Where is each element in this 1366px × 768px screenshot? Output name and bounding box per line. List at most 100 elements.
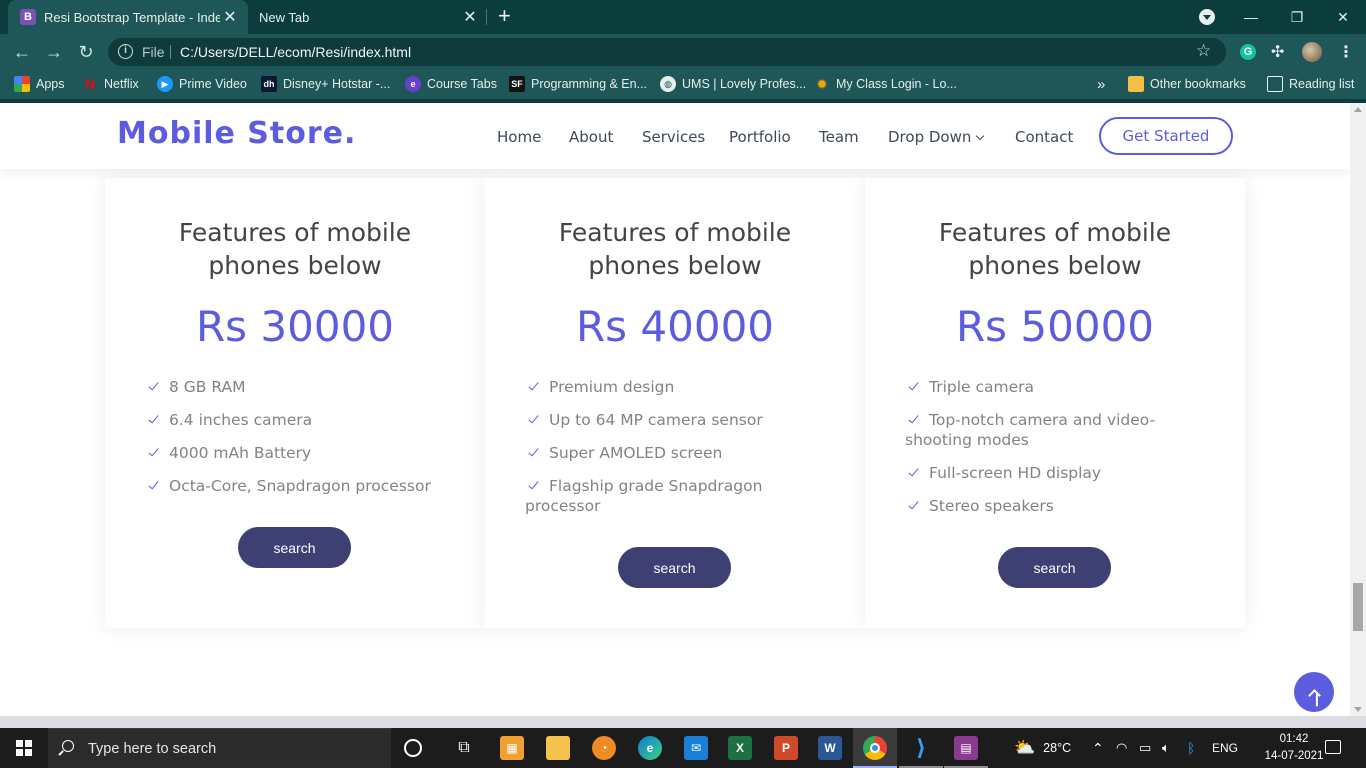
other-bookmarks-label: Other bookmarks xyxy=(1150,77,1246,91)
browser-menu-icon[interactable]: ⋮ xyxy=(1338,42,1354,62)
windows-start-icon[interactable] xyxy=(16,740,32,756)
reading-list-icon xyxy=(1267,76,1283,92)
profile-avatar[interactable] xyxy=(1302,42,1322,62)
volume-icon[interactable]: 🔈︎ xyxy=(1162,728,1170,768)
info-icon[interactable]: i xyxy=(118,44,133,59)
card-title: Features of mobile phones below xyxy=(938,218,1172,280)
search-button[interactable]: search xyxy=(998,547,1111,588)
bookmark-my-class[interactable]: ✹ My Class Login - Lo... xyxy=(814,69,957,99)
check-icon xyxy=(908,379,919,391)
scroll-up-icon[interactable] xyxy=(1354,107,1362,112)
new-tab-plus-icon[interactable]: + xyxy=(498,5,511,27)
close-tab-icon[interactable]: ✕ xyxy=(220,7,240,27)
grammarly-extension-icon[interactable]: G xyxy=(1240,44,1256,60)
notification-center-icon[interactable] xyxy=(1325,740,1341,754)
search-icon xyxy=(62,740,74,752)
store-icon[interactable]: ▦ xyxy=(500,736,524,760)
chevron-down-icon xyxy=(976,131,985,141)
bookmark-programming[interactable]: SF Programming & En... xyxy=(509,69,647,99)
tab-search-dropdown-icon[interactable] xyxy=(1199,9,1215,25)
bookmark-label: UMS | Lovely Profes... xyxy=(682,77,807,91)
page-scrollbar[interactable] xyxy=(1350,103,1366,716)
check-icon xyxy=(148,445,159,457)
task-view-icon[interactable]: ⧉ xyxy=(452,736,476,760)
close-tab-icon[interactable]: ✕ xyxy=(460,7,480,27)
feature-item: 4000 mAh Battery xyxy=(145,443,445,463)
tab-title: New Tab xyxy=(259,9,310,25)
edge-icon[interactable]: e xyxy=(638,736,662,760)
vscode-icon[interactable]: ⟩ xyxy=(909,735,933,760)
bluetooth-icon[interactable]: ᛒ xyxy=(1187,728,1195,768)
feature-item: Stereo speakers xyxy=(905,496,1205,516)
battery-icon[interactable]: ▭ xyxy=(1139,728,1151,768)
file-explorer-icon[interactable] xyxy=(546,736,570,760)
bookmark-hotstar[interactable]: dh Disney+ Hotstar -... xyxy=(261,69,390,99)
feature-item: 8 GB RAM xyxy=(145,377,445,397)
nav-home[interactable]: Home xyxy=(497,128,541,146)
folder-icon xyxy=(1128,76,1144,92)
nav-portfolio[interactable]: Portfolio xyxy=(729,128,791,146)
address-bar[interactable]: i File C:/Users/DELL/ecom/Resi/index.htm… xyxy=(108,38,1226,66)
tray-chevron-up-icon[interactable]: ⌃ xyxy=(1092,728,1104,768)
pricing-card-3: Features of mobile phones below Rs 50000… xyxy=(865,178,1245,628)
tab-new-tab[interactable]: New Tab ✕ xyxy=(248,0,488,34)
taskbar-search-box[interactable]: Type here to search xyxy=(48,728,391,768)
chrome-icon[interactable] xyxy=(863,736,887,760)
word-icon[interactable]: W xyxy=(818,736,842,760)
bookmark-course-tabs[interactable]: e Course Tabs xyxy=(405,69,497,99)
myclass-icon: ✹ xyxy=(816,75,828,92)
feature-item: Octa-Core, Snapdragon processor xyxy=(145,476,445,496)
avast-icon[interactable]: ◔ xyxy=(592,736,616,760)
site-logo[interactable]: Mobile Store. xyxy=(117,116,356,151)
back-to-top-button[interactable] xyxy=(1294,672,1334,712)
scroll-thumb[interactable] xyxy=(1353,583,1363,631)
card-title: Features of mobile phones below xyxy=(558,218,792,280)
reading-list[interactable]: Reading list xyxy=(1267,69,1354,99)
window-close-icon[interactable]: ✕ xyxy=(1320,0,1366,34)
minimize-icon[interactable]: — xyxy=(1228,0,1274,34)
cortana-icon[interactable] xyxy=(404,739,422,757)
clock[interactable]: 01:42 14-07-2021 xyxy=(1264,731,1324,765)
window-bottom-band xyxy=(0,716,1366,728)
excel-icon[interactable]: X xyxy=(728,736,752,760)
bookmark-netflix[interactable]: N Netflix xyxy=(82,69,139,99)
url-text[interactable]: C:/Users/DELL/ecom/Resi/index.html xyxy=(180,44,411,60)
bookmarks-overflow[interactable]: » xyxy=(1097,69,1105,99)
wifi-icon[interactable]: ◠ xyxy=(1116,728,1127,768)
search-button[interactable]: search xyxy=(238,527,351,568)
get-started-button[interactable]: Get Started xyxy=(1099,117,1233,155)
powerpoint-icon[interactable]: P xyxy=(774,736,798,760)
apps-grid-icon xyxy=(14,76,30,92)
nav-drop-down[interactable]: Drop Down xyxy=(888,128,985,146)
other-bookmarks[interactable]: Other bookmarks xyxy=(1128,69,1246,99)
forward-arrow-icon[interactable]: → xyxy=(41,39,67,65)
nav-contact[interactable]: Contact xyxy=(1015,128,1073,146)
feature-list: Premium design Up to 64 MP camera sensor… xyxy=(525,377,825,529)
check-icon xyxy=(528,478,539,490)
back-arrow-icon[interactable]: ← xyxy=(9,39,35,65)
bootstrap-favicon-icon: B xyxy=(20,9,36,25)
bookmark-ums[interactable]: ◍ UMS | Lovely Profes... xyxy=(660,69,806,99)
prime-video-icon: ▶ xyxy=(157,76,173,92)
nav-team[interactable]: Team xyxy=(819,128,859,146)
reload-icon[interactable]: ↻ xyxy=(73,39,99,65)
extensions-puzzle-icon[interactable]: ✣ xyxy=(1271,42,1284,62)
mail-icon[interactable]: ✉ xyxy=(684,736,708,760)
feature-item: Up to 64 MP camera sensor xyxy=(525,410,825,430)
winrar-icon[interactable]: ▤ xyxy=(954,736,978,760)
scroll-down-icon[interactable] xyxy=(1354,707,1362,712)
check-icon xyxy=(528,445,539,457)
restore-icon[interactable]: ❐ xyxy=(1274,0,1320,34)
globe-icon: ◍ xyxy=(660,76,676,92)
language-indicator[interactable]: ENG xyxy=(1212,728,1238,768)
nav-services[interactable]: Services xyxy=(642,128,705,146)
bookmark-star-icon[interactable]: ☆ xyxy=(1196,41,1211,61)
nav-about[interactable]: About xyxy=(569,128,613,146)
programming-icon: SF xyxy=(509,76,525,92)
tab-resi[interactable]: B Resi Bootstrap Template - Index ✕ xyxy=(8,0,248,34)
bookmark-apps[interactable]: Apps xyxy=(14,69,65,99)
bookmark-prime-video[interactable]: ▶ Prime Video xyxy=(157,69,247,99)
search-button[interactable]: search xyxy=(618,547,731,588)
browser-toolbar: ← → ↻ i File C:/Users/DELL/ecom/Resi/ind… xyxy=(0,34,1366,69)
weather-widget[interactable]: ⛅ 28°C xyxy=(1014,728,1071,768)
